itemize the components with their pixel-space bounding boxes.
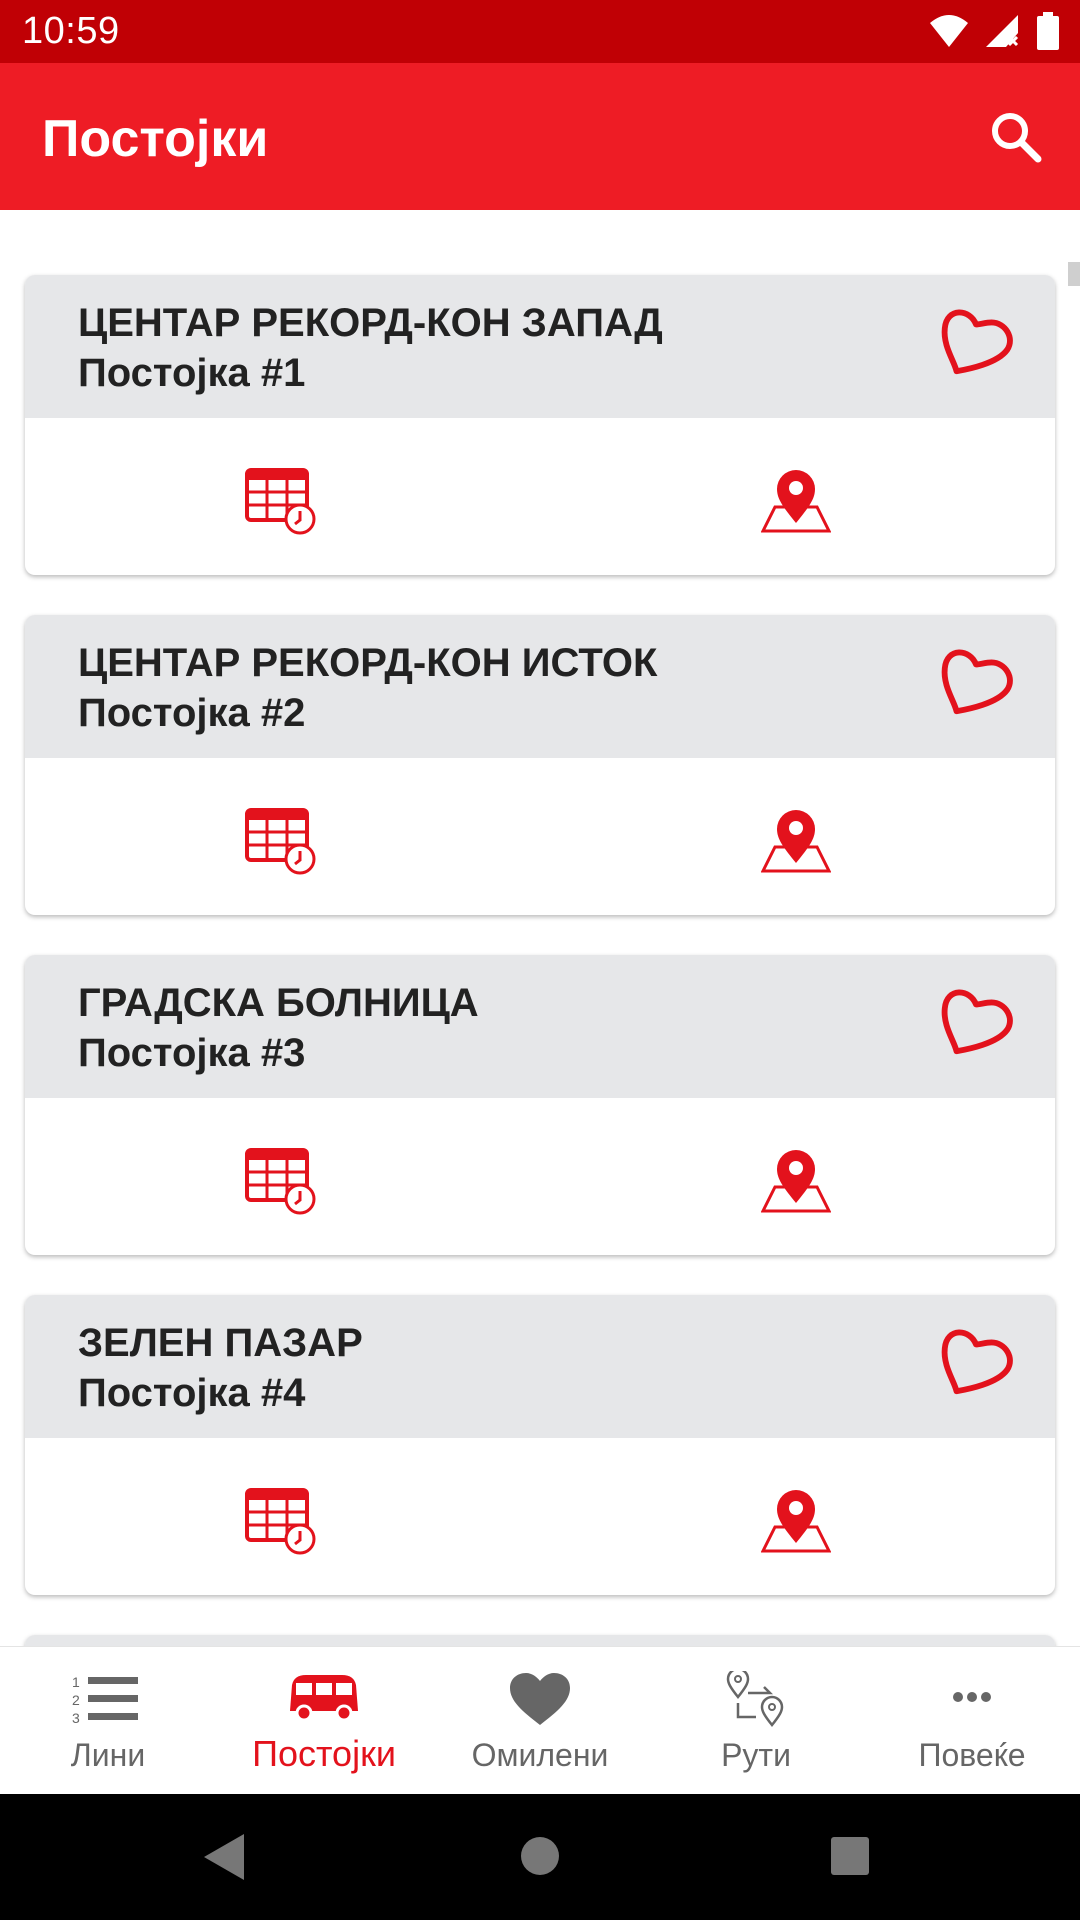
system-nav-bar: [0, 1794, 1080, 1920]
svg-text:1: 1: [72, 1674, 80, 1690]
timetable-icon[interactable]: [245, 807, 319, 875]
stop-card-header[interactable]: ЗЕЛЕН ПАЗАР Постојка #4: [25, 1295, 1055, 1438]
stop-card[interactable]: ГРАДСКА БОЛНИЦА Постојка #3: [25, 955, 1055, 1255]
signal-icon: [986, 15, 1019, 47]
nav-label: Омилени: [471, 1737, 609, 1773]
nav-item-2[interactable]: Омилени: [432, 1647, 648, 1795]
stop-name: ЦЕНТАР РЕКОРД-КОН ИСТОК: [78, 641, 658, 685]
heart-icon: [510, 1673, 570, 1725]
map-pin-icon[interactable]: [761, 465, 831, 535]
svg-text:2: 2: [72, 1692, 80, 1708]
stop-name: ЗЕЛЕН ПАЗАР: [78, 1321, 363, 1365]
status-bar: 10:59: [0, 0, 1080, 63]
app-bar: Постојки: [0, 63, 1080, 210]
nav-item-4[interactable]: Повеќе: [864, 1647, 1080, 1795]
bottom-nav: 1 2 3 Лини Постојки Омилени Рути Повеќе: [0, 1646, 1080, 1794]
nav-label: Рути: [721, 1737, 791, 1773]
favorite-heart-icon[interactable]: [937, 641, 1015, 719]
favorite-heart-icon[interactable]: [937, 301, 1015, 379]
stop-card-header[interactable]: ГРАДСКА БОЛНИЦА Постојка #3: [25, 955, 1055, 1098]
stop-card-header[interactable]: ЦЕНТАР РЕКОРД-КОН ЗАПАД Постојка #1: [25, 275, 1055, 418]
nav-item-1[interactable]: Постојки: [216, 1647, 432, 1795]
nav-label: Лини: [70, 1737, 146, 1773]
stop-number: Постојка #4: [78, 1371, 306, 1415]
wifi-icon: [930, 15, 968, 47]
stop-number: Постојка #3: [78, 1031, 306, 1075]
timetable-icon[interactable]: [245, 1147, 319, 1215]
svg-text:3: 3: [72, 1710, 80, 1726]
route-icon: [726, 1671, 784, 1727]
nav-item-3[interactable]: Рути: [648, 1647, 864, 1795]
stop-card[interactable]: ЦЕНТАР РЕКОРД-КОН ИСТОК Постојка #2: [25, 615, 1055, 915]
nav-label: Постојки: [252, 1733, 396, 1774]
back-icon[interactable]: [200, 1832, 246, 1882]
stop-number: Постојка #1: [78, 351, 306, 395]
favorite-heart-icon[interactable]: [937, 981, 1015, 1059]
map-pin-icon[interactable]: [761, 805, 831, 875]
home-icon[interactable]: [520, 1836, 560, 1876]
nav-label: Повеќе: [918, 1737, 1026, 1773]
page-title: Постојки: [42, 110, 269, 168]
stop-card[interactable]: ЗЕЛЕН ПАЗАР Постојка #4: [25, 1295, 1055, 1595]
search-icon[interactable]: [986, 107, 1046, 167]
map-pin-icon[interactable]: [761, 1485, 831, 1555]
stop-name: ЦЕНТАР РЕКОРД-КОН ЗАПАД: [78, 301, 663, 345]
status-time: 10:59: [22, 10, 120, 52]
stop-name: ГРАДСКА БОЛНИЦА: [78, 981, 479, 1025]
more-icon: [953, 1692, 991, 1702]
timetable-icon[interactable]: [245, 467, 319, 535]
timetable-icon[interactable]: [245, 1487, 319, 1555]
favorite-heart-icon[interactable]: [937, 1321, 1015, 1399]
scrollbar[interactable]: [1068, 262, 1080, 286]
stop-card[interactable]: ЦЕНТАР РЕКОРД-КОН ЗАПАД Постојка #1: [25, 275, 1055, 575]
recents-icon[interactable]: [830, 1836, 870, 1876]
numbered-list-icon: 1 2 3: [72, 1674, 138, 1726]
status-icons: [928, 12, 1060, 50]
battery-icon: [1037, 12, 1059, 50]
map-pin-icon[interactable]: [761, 1145, 831, 1215]
bus-icon: [290, 1675, 358, 1722]
stop-card-header[interactable]: ЦЕНТАР РЕКОРД-КОН ИСТОК Постојка #2: [25, 615, 1055, 758]
stops-list[interactable]: ЦЕНТАР РЕКОРД-КОН ЗАПАД Постојка #1 ЦЕНТ…: [0, 210, 1080, 1646]
stop-card-partial: [25, 1635, 1055, 1646]
nav-item-0[interactable]: 1 2 3 Лини: [0, 1647, 216, 1795]
stop-number: Постојка #2: [78, 691, 306, 735]
